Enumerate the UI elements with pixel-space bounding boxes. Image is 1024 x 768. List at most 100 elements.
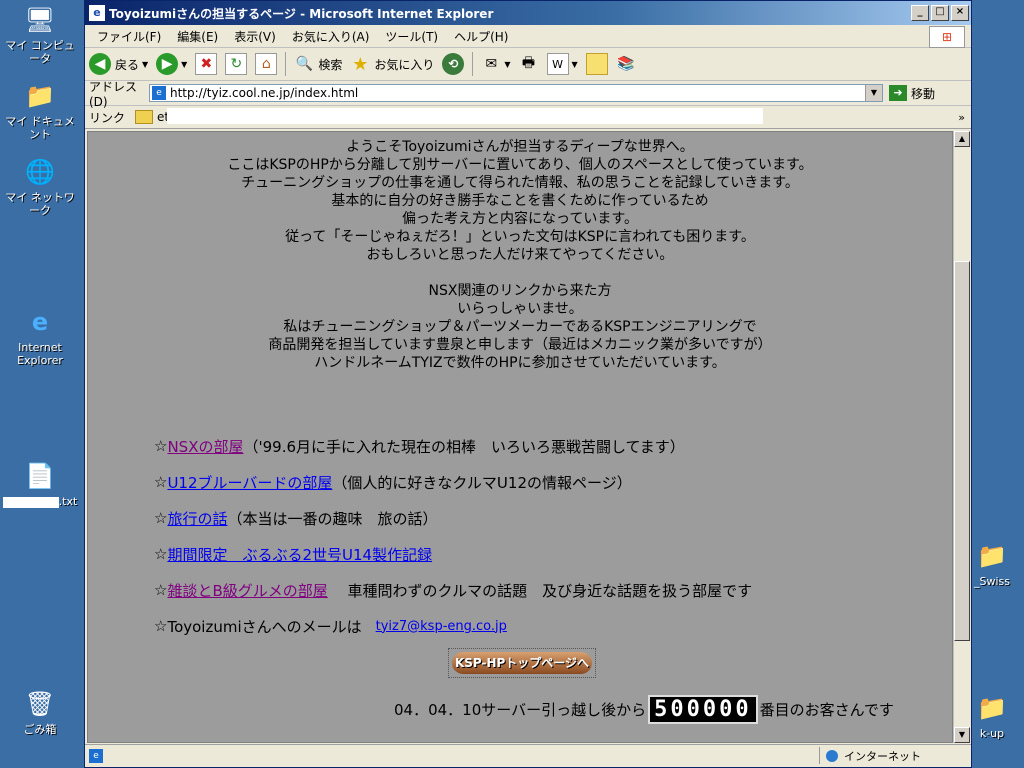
scroll-thumb[interactable] [954, 261, 970, 641]
u14-build-log-link[interactable]: 期間限定 ぶるぶる2世号U14製作記録 [167, 544, 432, 565]
mail-link[interactable]: tyiz7@ksp-eng.co.jp [376, 619, 507, 634]
chevron-down-icon: ▼ [504, 59, 511, 69]
desktop-icon-my-computer[interactable]: 🖥 マイ コンピュータ [0, 4, 80, 65]
intro-line: ここはKSPのHPから分離して別サーバーに置いてあり、個人のスペースとして使って… [227, 157, 813, 173]
security-zone: インターネット [819, 747, 965, 764]
star-bullet: ☆ [154, 545, 168, 563]
star-bullet: ☆ [154, 581, 168, 599]
desktop-icon-my-network[interactable]: 🌐 マイ ネットワーク [0, 156, 80, 217]
desktop-icon-internet-explorer[interactable]: e Internet Explorer [0, 306, 80, 367]
back-button[interactable]: ◀ 戻る ▼ [89, 53, 148, 75]
computer-icon: 🖥 [24, 6, 56, 34]
history-button[interactable]: ⟲ [442, 53, 465, 75]
chevron-down-icon: ▼ [142, 59, 149, 69]
links-redacted-area [167, 108, 763, 124]
print-button[interactable]: 🖶 [519, 54, 539, 74]
link-description: （'99.6月に手に入れた現在の相棒 いろいろ悪戦苦闘してます） [243, 437, 685, 456]
maximize-button[interactable]: □ [931, 5, 949, 21]
intro-line: おもしろいと思った人だけ来てやってください。 [366, 247, 674, 263]
title-bar[interactable]: e Toyoizumiさんの担当するページ - Microsoft Intern… [85, 1, 971, 25]
ksp-top-banner[interactable]: KSP-HPトップページへ [448, 648, 596, 678]
intro-line: チューニングショップの仕事を通して得られた情報、私の思うことを記録していきます。 [241, 175, 799, 191]
intro-text: ようこそToyoizumiさんが担当するディープな世界へ。 ここはKSPのHPか… [88, 132, 952, 372]
favorites-button[interactable]: ★ お気に入り [350, 53, 434, 75]
scroll-down-icon[interactable]: ▼ [954, 727, 970, 743]
page-content: ようこそToyoizumiさんが担当するディープな世界へ。 ここはKSPのHPか… [87, 131, 953, 743]
minimize-button[interactable]: _ [911, 5, 929, 21]
travel-link[interactable]: 旅行の話 [167, 508, 227, 529]
close-button[interactable]: × [951, 5, 969, 21]
home-icon: ⌂ [255, 53, 278, 75]
intro-line: 基本的に自分の好き勝手なことを書くために作っているため [331, 193, 709, 209]
chevron-down-icon: ▼ [181, 59, 188, 69]
note-icon [585, 53, 608, 75]
chevron-down-icon[interactable]: ▼ [865, 85, 882, 101]
home-button[interactable]: ⌂ [255, 53, 278, 75]
go-button[interactable]: ➜ 移動 [889, 85, 935, 102]
discuss-button[interactable] [585, 53, 608, 75]
globe-icon [826, 749, 838, 762]
redacted-filename [2, 496, 59, 508]
link-description: 車種問わずのクルマの話題 及び身近な話題を扱う部屋です [327, 581, 753, 600]
history-icon: ⟲ [442, 53, 465, 75]
toolbar-separator [285, 52, 287, 76]
address-input[interactable]: e http://tyiz.cool.ne.jp/index.html ▼ [149, 84, 883, 102]
word-icon: W [546, 53, 569, 75]
chevron-down-icon: ▼ [571, 59, 578, 69]
research-icon: 📚 [616, 56, 635, 72]
menu-favorites[interactable]: お気に入り(A) [284, 28, 378, 45]
links-chevron-icon[interactable]: » [958, 111, 965, 124]
mail-button[interactable]: ✉ ▼ [481, 54, 510, 74]
menu-file[interactable]: ファイル(F) [89, 28, 169, 45]
star-bullet: ☆ [154, 473, 168, 491]
menu-help[interactable]: ヘルプ(H) [446, 28, 516, 45]
folder-icon [135, 110, 154, 124]
nsx-room-link[interactable]: NSXの部屋 [167, 436, 243, 457]
list-item: ☆ Toyoizumiさんへのメールは tyiz7@ksp-eng.co.jp [154, 608, 752, 644]
menu-tools[interactable]: ツール(T) [377, 28, 446, 45]
visitor-counter: 500000 [648, 695, 758, 724]
star-icon: ★ [352, 53, 369, 75]
nsx-line: 商品開発を担当しています豊泉と申します（最近はメカニック業が多いですが） [268, 337, 772, 353]
recycle-bin-icon: 🗑 [24, 690, 56, 718]
scroll-up-icon[interactable]: ▲ [954, 131, 970, 147]
desktop-icon-recycle-bin[interactable]: 🗑 ごみ箱 [0, 688, 80, 736]
list-item: ☆ U12ブルーバードの部屋 （個人的に好きなクルマU12の情報ページ） [154, 464, 752, 500]
text-file-icon: 📄 [25, 462, 55, 490]
search-button[interactable]: 🔍 検索 [294, 54, 343, 74]
desktop-icon-my-documents[interactable]: 📁 マイ ドキュメント [0, 80, 80, 141]
counter-suffix: 番目のお客さんです [759, 701, 894, 719]
intro-line: 偏った考え方と内容になっています。 [402, 211, 638, 227]
edit-button[interactable]: W ▼ [546, 53, 578, 75]
desktop-icon-text-file[interactable]: 📄 .txt [0, 460, 80, 508]
address-bar: アドレス(D) e http://tyiz.cool.ne.jp/index.h… [85, 80, 971, 109]
stop-button[interactable]: ✖ [195, 53, 218, 75]
mail-icon: ✉ [485, 56, 498, 72]
go-arrow-icon: ➜ [889, 85, 907, 101]
vertical-scrollbar[interactable]: ▲ ▼ [953, 131, 970, 743]
menu-view[interactable]: 表示(V) [226, 28, 284, 45]
ie-page-icon: e [89, 5, 105, 21]
nsx-line: いらっしゃいませ。 [457, 301, 583, 317]
folder-icon: 📁 [977, 694, 1007, 722]
window-title: Toyoizumiさんの担当するページ - Microsoft Internet… [109, 6, 494, 21]
menu-edit[interactable]: 編集(E) [169, 28, 226, 45]
windows-logo-icon: ⊞ [929, 26, 965, 48]
refresh-button[interactable]: ↻ [225, 53, 248, 75]
folder-icon: 📁 [977, 542, 1007, 570]
page-icon: e [152, 86, 166, 100]
chat-gourmet-link[interactable]: 雑談とB級グルメの部屋 [167, 580, 327, 601]
research-button[interactable]: 📚 [616, 54, 636, 74]
address-url: http://tyiz.cool.ne.jp/index.html [170, 86, 359, 100]
stop-icon: ✖ [195, 53, 218, 75]
u12-bluebird-link[interactable]: U12ブルーバードの部屋 [167, 472, 332, 493]
network-icon: 🌐 [25, 158, 55, 186]
forward-button[interactable]: ▶ ▼ [156, 53, 187, 75]
toolbar-separator [472, 52, 474, 76]
intro-line: ようこそToyoizumiさんが担当するディープな世界へ。 [346, 139, 694, 155]
printer-icon: 🖶 [521, 55, 536, 71]
toolbar: ◀ 戻る ▼ ▶ ▼ ✖ ↻ ⌂ 🔍 検索 ★ お気に入り ⟲ ✉ ▼ 🖶 W … [85, 48, 971, 81]
internet-explorer-icon: e [31, 308, 49, 336]
list-item: ☆ 旅行の話 （本当は一番の趣味 旅の話） [154, 500, 752, 536]
back-arrow-icon: ◀ [89, 53, 111, 75]
